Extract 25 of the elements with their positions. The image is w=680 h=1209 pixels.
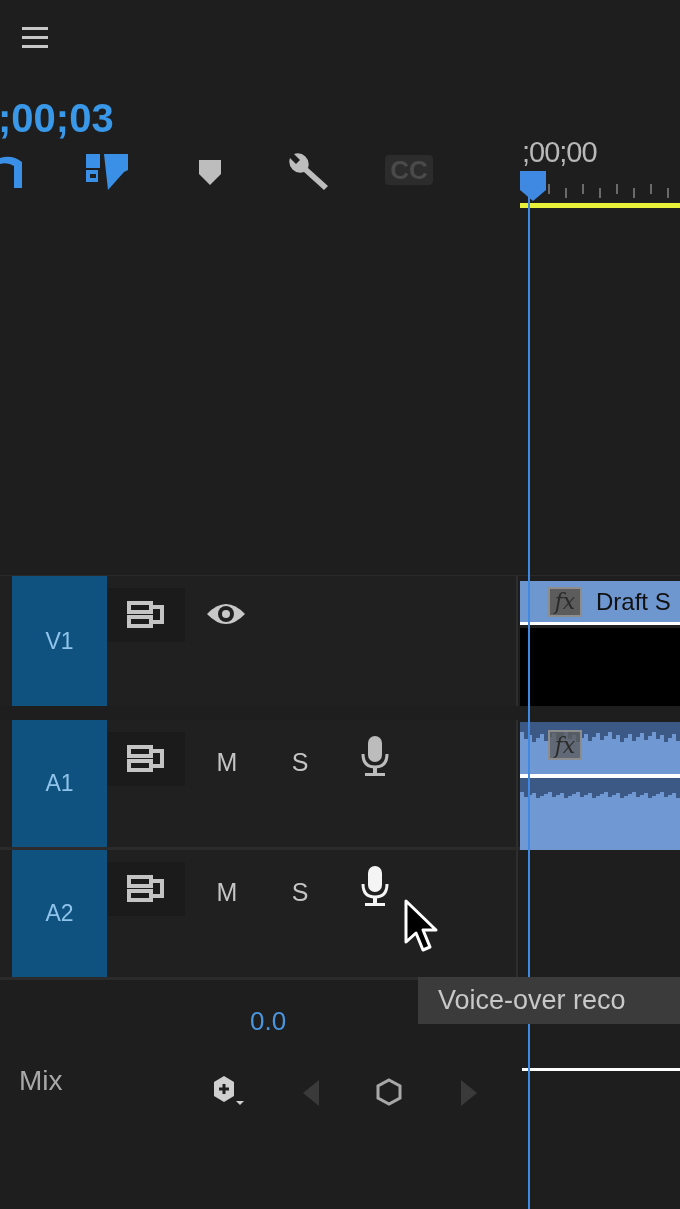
track-name-button[interactable]: A1 — [12, 720, 107, 847]
clip-title: Draft S — [596, 586, 671, 617]
track-name-button[interactable]: V1 — [12, 576, 107, 706]
playhead-marker-icon[interactable] — [519, 170, 547, 202]
microphone-icon[interactable] — [359, 864, 391, 908]
volume-value[interactable]: 0.0 — [250, 1002, 287, 1041]
marker-icon[interactable] — [198, 158, 222, 186]
tooltip: Voice-over reco — [418, 977, 680, 1024]
mute-button[interactable]: M — [207, 874, 247, 912]
ruler-timecode: ;00;00 — [522, 135, 597, 170]
solo-button[interactable]: S — [285, 744, 315, 782]
track-name-button[interactable]: A2 — [12, 850, 107, 977]
microphone-icon[interactable] — [359, 734, 391, 778]
solo-button[interactable]: S — [285, 874, 315, 912]
timecode[interactable]: ;00;03 — [0, 96, 518, 140]
menu-icon[interactable] — [22, 27, 48, 49]
track-sync-icon[interactable] — [127, 600, 165, 630]
mute-button[interactable]: M — [207, 744, 247, 782]
mix-label: Mix — [19, 1064, 63, 1098]
wrench-icon[interactable] — [286, 152, 330, 192]
waveform-drawing[interactable] — [520, 722, 680, 850]
track-sync-icon[interactable] — [127, 744, 165, 774]
selection-arrow-icon[interactable] — [84, 152, 130, 192]
track-sync-icon[interactable] — [127, 874, 165, 904]
keyframe-icon[interactable] — [376, 1078, 402, 1106]
